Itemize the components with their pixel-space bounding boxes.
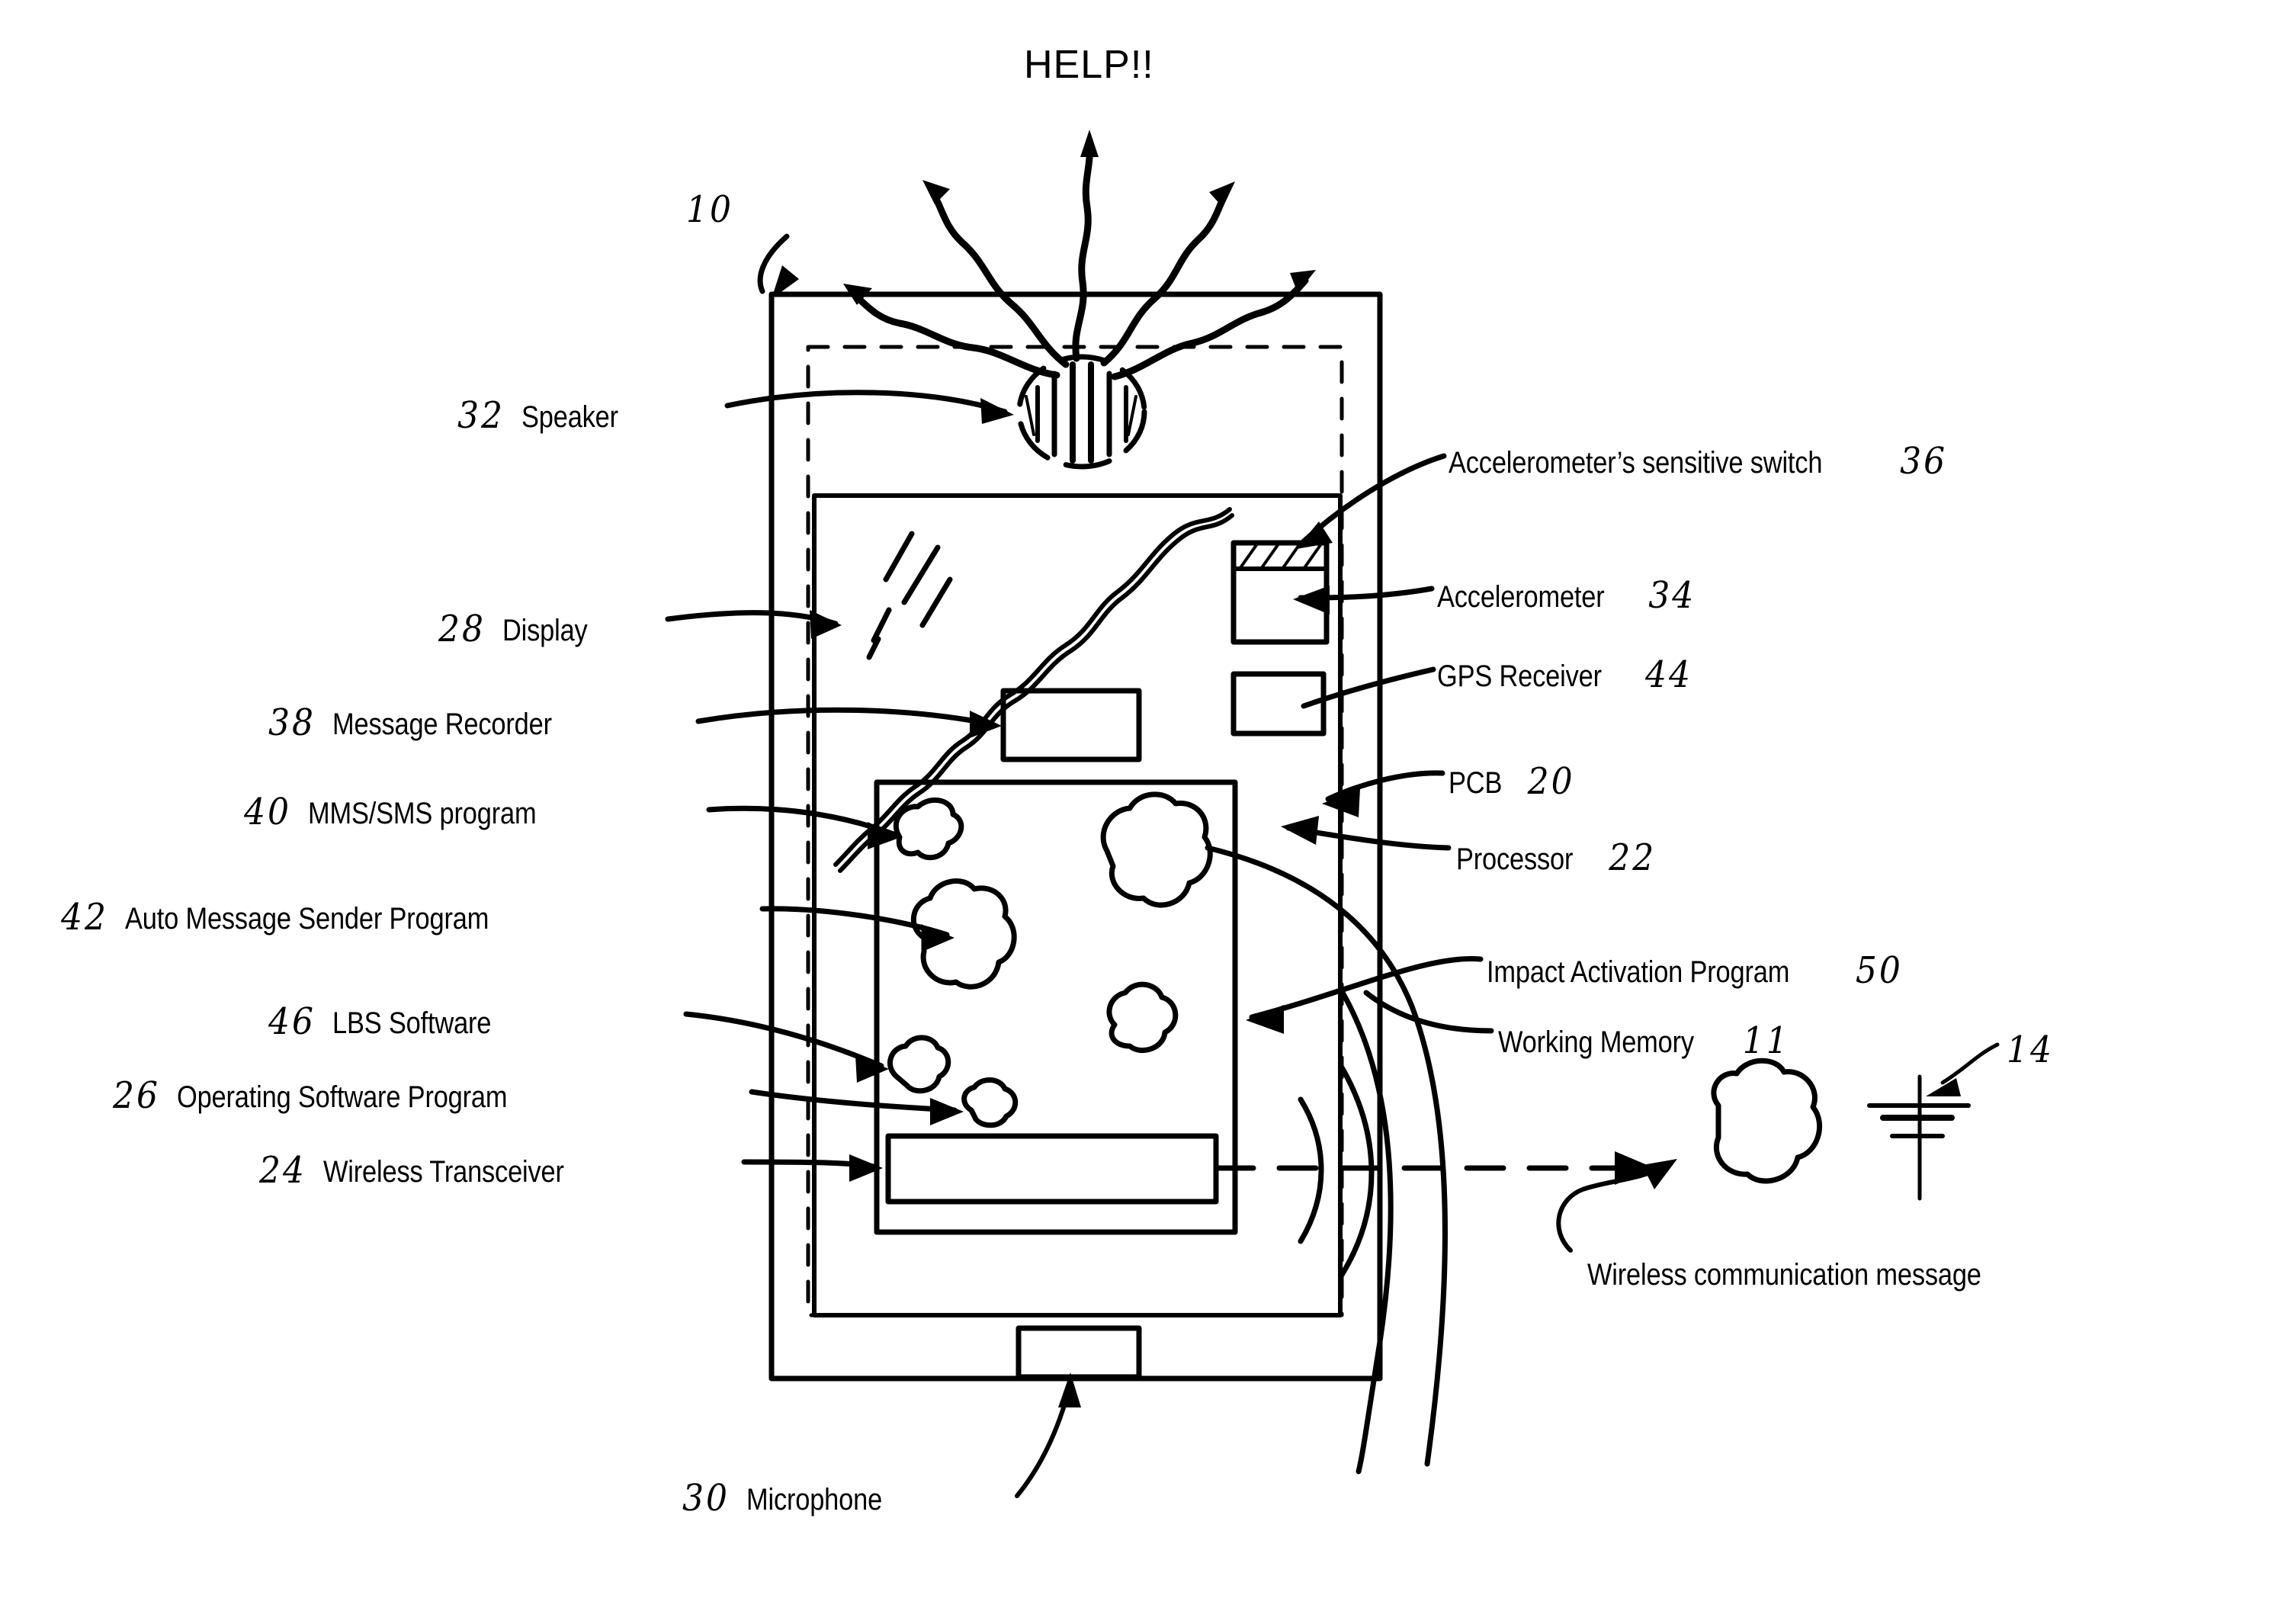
accelerometer-numeral: 34 — [1648, 574, 1696, 618]
label-microphone: 30 Microphone — [682, 1477, 904, 1520]
label-impact-activation-program: Impact Activation Program 50 — [1487, 949, 1903, 993]
label-mms-sms-program: 40 MMS/SMS program — [244, 791, 573, 834]
display-text: Display — [502, 614, 588, 647]
tower-ref-numeral: 14 — [2007, 1029, 2054, 1072]
speaker-text: Speaker — [521, 400, 618, 434]
label-accelerometer: Accelerometer 34 — [1437, 574, 1696, 618]
impact-activation-text: Impact Activation Program — [1487, 955, 1790, 989]
leader-processor-long — [1205, 845, 1448, 1467]
label-operating-software-program: 26 Operating Software Program — [113, 1074, 561, 1118]
gps-receiver-text: GPS Receiver — [1437, 660, 1602, 693]
label-gps-receiver: GPS Receiver 44 — [1437, 653, 1693, 697]
working-memory-numeral: 11 — [1742, 1019, 1790, 1063]
label-wireless-transceiver: 24 Wireless Transceiver — [259, 1149, 603, 1192]
wireless-message-arrowhead — [1642, 1159, 1677, 1189]
operating-software-blob — [961, 1077, 1019, 1128]
message-recorder-text: Message Recorder — [332, 708, 552, 741]
processor-blob — [1100, 791, 1213, 908]
arrow-accelerometer — [1293, 586, 1330, 615]
sound-wave-lines — [849, 136, 1309, 380]
label-pcb: PCB 20 — [1449, 760, 1575, 804]
microphone-box — [1015, 1325, 1142, 1380]
lbs-software-blob — [887, 1035, 951, 1094]
label-display: 28 Display — [438, 608, 602, 651]
wireless-transceiver-numeral: 24 — [259, 1149, 306, 1192]
leader-impact — [1249, 955, 1484, 1020]
display-shine-lines — [866, 531, 953, 660]
message-recorder-box — [1000, 688, 1142, 762]
leader-accel-switch — [1301, 453, 1447, 544]
label-auto-message-sender-program: 42 Auto Message Sender Program — [61, 896, 548, 939]
leader-microphone — [1015, 1393, 1070, 1498]
leader-working-long — [1339, 988, 1394, 1475]
arrow-display — [810, 610, 842, 639]
label-accelerometer-sensitive-switch: Accelerometer’s sensitive switch 36 — [1449, 440, 1948, 483]
accel-sensitive-switch-numeral: 36 — [1900, 440, 1948, 483]
leader-lbs — [683, 1011, 884, 1069]
label-message-recorder: 38 Message Recorder — [268, 701, 588, 745]
lbs-software-numeral: 46 — [268, 1000, 316, 1044]
help-shout: HELP!! — [1024, 43, 1154, 87]
wireless-message-blob — [1711, 1058, 1823, 1184]
mms-sms-blob — [893, 797, 964, 861]
speaker-numeral: 32 — [457, 394, 505, 438]
label-speaker: 32 Speaker — [457, 394, 634, 438]
leader-working-memory — [1363, 990, 1494, 1034]
label-wireless-communication-message: Wireless communication message — [1571, 1258, 2045, 1292]
wireless-transceiver-bar — [885, 1133, 1219, 1205]
working-memory-text: Working Memory — [1498, 1025, 1694, 1059]
arrow-auto-message — [921, 924, 955, 952]
tower-leader — [1940, 1042, 2000, 1085]
label-working-memory: Working Memory 11 — [1498, 1019, 1790, 1063]
antenna-signal-arcs — [1298, 1064, 1375, 1278]
arrow-operating — [930, 1098, 964, 1125]
figure-canvas: HELP!! 10 14 32 Speaker 28 Display 38 Messa… — [0, 0, 2278, 1624]
impact-activation-blob — [1106, 981, 1179, 1054]
mms-sms-program-numeral: 40 — [244, 791, 291, 834]
display-numeral: 28 — [438, 608, 486, 651]
pcb-rectangle — [874, 779, 1238, 1235]
processor-numeral: 22 — [1609, 836, 1657, 880]
accel-sensitive-switch-text: Accelerometer’s sensitive switch — [1449, 446, 1823, 480]
lbs-software-text: LBS Software — [332, 1006, 492, 1040]
auto-message-sender-numeral: 42 — [61, 896, 108, 939]
leader-operating — [749, 1089, 958, 1113]
mms-sms-program-text: MMS/SMS program — [308, 797, 537, 830]
arrow-impact — [1246, 1005, 1284, 1034]
gps-receiver-numeral: 44 — [1645, 653, 1693, 697]
microphone-numeral: 30 — [682, 1477, 730, 1520]
leader-message-recorder — [695, 707, 996, 727]
phone-front-frame — [812, 493, 1343, 1317]
label-lbs-software: 46 LBS Software — [268, 1000, 517, 1044]
device-ref-numeral: 10 — [686, 188, 733, 232]
microphone-text: Microphone — [746, 1483, 883, 1516]
wireless-message-text: Wireless communication message — [1587, 1258, 1981, 1292]
arrow-speaker — [980, 398, 1014, 424]
pcb-text: PCB — [1449, 766, 1503, 800]
operating-software-numeral: 26 — [113, 1074, 160, 1118]
message-recorder-numeral: 38 — [268, 701, 316, 745]
label-processor: Processor 22 — [1456, 836, 1657, 880]
operating-software-text: Operating Software Program — [177, 1080, 508, 1114]
processor-text: Processor — [1456, 842, 1574, 876]
accelerometer-text: Accelerometer — [1437, 580, 1605, 614]
auto-message-sender-text: Auto Message Sender Program — [125, 902, 489, 936]
impact-activation-numeral: 50 — [1855, 949, 1903, 993]
arrow-processor — [1281, 816, 1319, 845]
pcb-numeral: 20 — [1527, 760, 1575, 804]
wireless-transceiver-text: Wireless Transceiver — [323, 1155, 564, 1189]
leader-mms-sms — [706, 805, 897, 837]
